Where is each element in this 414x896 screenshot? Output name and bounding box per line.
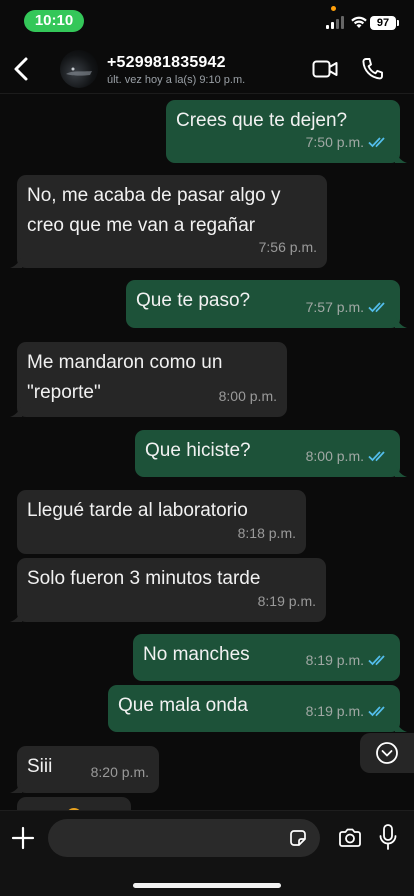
last-seen-status: últ. vez hoy a la(s) 9:10 p.m.: [107, 74, 246, 86]
back-icon[interactable]: [8, 52, 36, 86]
bubble-tail: [10, 256, 22, 268]
message-incoming[interactable]: Me mandaron como un "reporte" 8:00 p.m.: [10, 342, 287, 417]
message-time: 7:56 p.m.: [258, 239, 317, 255]
message-outgoing[interactable]: No manches 8:19 p.m.: [133, 634, 400, 681]
message-time: 8:19 p.m.: [257, 593, 316, 609]
plus-icon[interactable]: [10, 825, 36, 851]
camera-icon[interactable]: [337, 826, 363, 850]
message-list[interactable]: Crees que te dejen? 7:50 p.m. No, me aca…: [0, 94, 414, 810]
message-meta: 7:50 p.m.: [306, 127, 390, 157]
read-ticks-icon: [368, 137, 385, 148]
battery-icon: 97: [370, 16, 399, 30]
message-incoming-partial[interactable]: [17, 797, 131, 810]
bubble-tail: [395, 465, 407, 477]
read-ticks-icon: [368, 451, 385, 462]
cellular-signal-icon: [326, 16, 346, 29]
status-time: 10:10: [24, 10, 84, 32]
scroll-down-button[interactable]: [360, 733, 414, 773]
avatar[interactable]: [60, 50, 98, 88]
message-time: 7:50 p.m.: [305, 134, 364, 150]
message-outgoing[interactable]: Crees que te dejen? 7:50 p.m.: [166, 100, 407, 163]
message-time: 7:57 p.m.: [305, 299, 364, 315]
privacy-dot-icon: [331, 6, 336, 11]
message-outgoing[interactable]: Que hiciste? 8:00 p.m.: [135, 430, 407, 477]
message-meta: 7:57 p.m.: [306, 292, 390, 322]
message-time: 8:18 p.m.: [237, 525, 296, 541]
message-time: 8:00 p.m.: [305, 448, 364, 464]
read-ticks-icon: [368, 655, 385, 666]
bubble-tail: [10, 405, 22, 417]
message-incoming[interactable]: Llegué tarde al laboratorio 8:18 p.m.: [17, 490, 306, 554]
message-input[interactable]: [48, 819, 320, 857]
phone-icon[interactable]: [360, 56, 384, 82]
read-ticks-icon: [368, 302, 385, 313]
status-bar: 10:10 97: [0, 0, 414, 44]
scroll-down-icon: [376, 742, 398, 764]
bubble-tail: [10, 610, 22, 622]
message-incoming[interactable]: Siii 8:20 p.m.: [10, 746, 159, 793]
message-time: 8:19 p.m.: [305, 652, 364, 668]
bubble-tail: [395, 720, 407, 732]
contact-name[interactable]: +529981835942: [107, 54, 226, 72]
home-indicator[interactable]: [133, 883, 281, 888]
microphone-icon[interactable]: [378, 823, 398, 851]
message-outgoing[interactable]: Que mala onda 8:19 p.m.: [108, 685, 407, 732]
message-time: 8:19 p.m.: [305, 703, 364, 719]
chat-header: +529981835942 últ. vez hoy a la(s) 9:10 …: [0, 44, 414, 94]
message-incoming[interactable]: Solo fueron 3 minutos tarde 8:19 p.m.: [10, 558, 326, 622]
input-bar: [0, 810, 414, 896]
message-time: 8:20 p.m.: [90, 764, 149, 780]
bubble-tail: [395, 316, 407, 328]
video-call-icon[interactable]: [312, 58, 338, 80]
message-meta: 8:19 p.m.: [306, 645, 390, 675]
read-ticks-icon: [368, 706, 385, 717]
sticker-icon[interactable]: [288, 828, 308, 848]
message-time: 8:00 p.m.: [218, 388, 277, 404]
message-outgoing[interactable]: Que te paso? 7:57 p.m.: [126, 280, 407, 328]
bubble-tail: [395, 151, 407, 163]
message-meta: 8:00 p.m.: [306, 441, 390, 471]
message-incoming[interactable]: No, me acaba de pasar algo y creo que me…: [10, 175, 327, 268]
bubble-tail: [10, 781, 22, 793]
wifi-icon: [351, 16, 367, 28]
message-meta: 8:19 p.m.: [306, 696, 390, 726]
